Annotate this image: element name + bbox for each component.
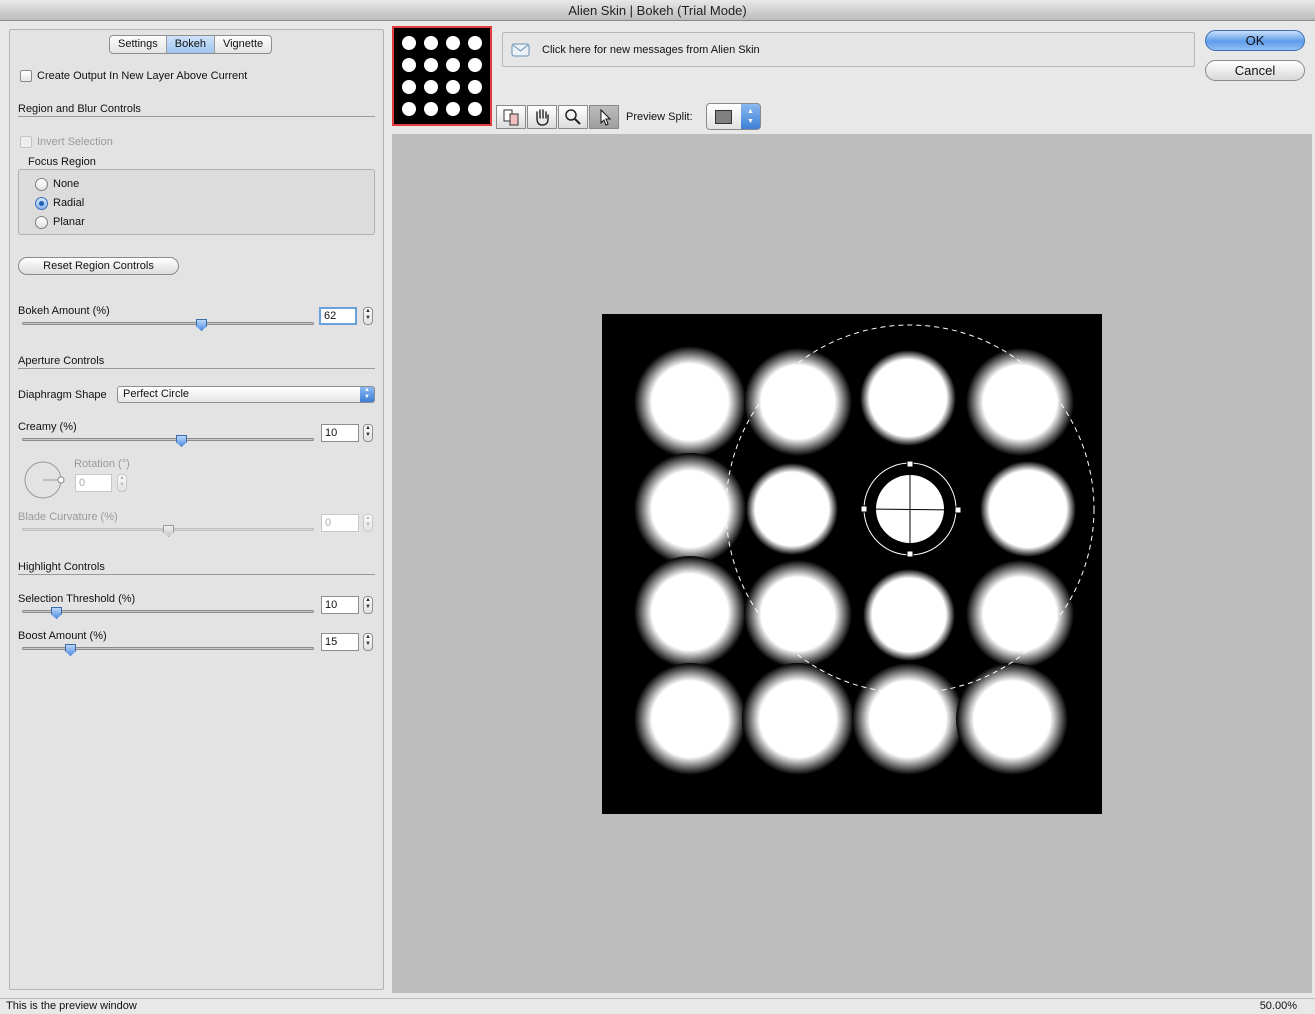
arrow-pointer-icon (600, 108, 612, 126)
resize-handle[interactable] (906, 550, 914, 558)
compare-icon (503, 109, 519, 126)
creamy-label: Creamy (%) (18, 421, 77, 433)
status-text: This is the preview window (6, 1000, 137, 1012)
navigator-dots-image (402, 36, 482, 116)
invert-selection-label: Invert Selection (37, 136, 113, 148)
bokeh-amount-label: Bokeh Amount (%) (18, 305, 110, 317)
bokeh-amount-slider[interactable] (22, 322, 314, 325)
hand-tool-button[interactable] (527, 105, 557, 129)
blade-curvature-field[interactable]: 0 (321, 514, 359, 532)
selection-threshold-slider[interactable] (22, 610, 314, 613)
boost-amount-field[interactable]: 15 (321, 633, 359, 651)
status-bar: This is the preview window 50.00% (0, 998, 1315, 1014)
resize-handle[interactable] (860, 505, 868, 513)
magnifier-icon (565, 109, 581, 125)
tab-bar: Settings Bokeh Vignette (109, 35, 273, 54)
bokeh-amount-thumb[interactable] (196, 319, 207, 331)
messages-bar[interactable]: Click here for new messages from Alien S… (502, 32, 1195, 67)
invert-selection-checkbox[interactable] (20, 136, 32, 148)
highlight-section-title: Highlight Controls (18, 561, 105, 573)
preview-window[interactable] (392, 134, 1312, 993)
create-output-checkbox[interactable] (20, 70, 32, 82)
controls-panel: Settings Bokeh Vignette Create Output In… (9, 29, 384, 990)
bokeh-preview-image (634, 324, 1095, 775)
blade-curvature-label: Blade Curvature (%) (18, 511, 118, 523)
creamy-stepper[interactable]: ▲ ▼ (363, 424, 373, 442)
select-tool-button[interactable] (589, 105, 619, 129)
radio-none-label: None (53, 178, 80, 190)
selection-threshold-field[interactable]: 10 (321, 596, 359, 614)
section-divider (18, 116, 375, 117)
split-none-icon (715, 110, 732, 124)
select-arrows-icon: ▲ ▼ (741, 104, 760, 129)
messages-text: Click here for new messages from Alien S… (542, 44, 760, 56)
focus-region-group: None Radial Planar (18, 169, 375, 235)
rotation-label: Rotation (°) (74, 458, 130, 470)
blade-curvature-stepper[interactable]: ▲ ▼ (363, 514, 373, 532)
section-divider (18, 574, 375, 575)
radio-none[interactable] (35, 178, 48, 191)
compare-before-after-button[interactable] (496, 105, 526, 129)
tab-vignette[interactable]: Vignette (215, 36, 271, 53)
preview-split-select[interactable]: ▲ ▼ (706, 103, 761, 130)
boost-amount-label: Boost Amount (%) (18, 630, 107, 642)
reset-region-button[interactable]: Reset Region Controls (18, 257, 179, 275)
resize-handle[interactable] (954, 506, 962, 514)
navigator-thumbnail[interactable] (392, 26, 492, 126)
preview-canvas[interactable] (602, 314, 1102, 814)
zoom-level: 50.00% (1259, 1000, 1297, 1012)
radio-planar[interactable] (35, 216, 48, 229)
tab-bokeh[interactable]: Bokeh (166, 36, 215, 53)
resize-handle[interactable] (906, 460, 914, 468)
ok-button[interactable]: OK (1205, 30, 1305, 51)
blade-curvature-thumb[interactable] (163, 525, 174, 537)
create-output-label: Create Output In New Layer Above Current (37, 70, 248, 82)
region-section-title: Region and Blur Controls (18, 103, 141, 115)
message-envelope-icon (511, 43, 530, 57)
cancel-button[interactable]: Cancel (1205, 60, 1305, 81)
boost-amount-thumb[interactable] (65, 644, 76, 656)
select-arrows-icon: ▲ ▼ (360, 387, 374, 402)
tab-settings[interactable]: Settings (110, 36, 167, 53)
radio-radial-label: Radial (53, 197, 85, 209)
rotation-dial-icon[interactable] (22, 460, 66, 500)
diaphragm-shape-select[interactable]: Perfect Circle ▲ ▼ (117, 386, 375, 403)
selection-threshold-label: Selection Threshold (%) (18, 593, 136, 605)
boost-amount-stepper[interactable]: ▲ ▼ (363, 633, 373, 651)
rotation-field[interactable]: 0 (75, 474, 112, 492)
focus-region-label: Focus Region (28, 156, 96, 168)
section-divider (18, 368, 375, 369)
creamy-thumb[interactable] (176, 435, 187, 447)
diaphragm-shape-value: Perfect Circle (123, 388, 190, 400)
window-title: Alien Skin | Bokeh (Trial Mode) (0, 0, 1315, 21)
rotation-stepper[interactable]: ▲ ▼ (117, 474, 127, 492)
bokeh-amount-stepper[interactable]: ▲ ▼ (363, 307, 373, 325)
aperture-section-title: Aperture Controls (18, 355, 105, 367)
diaphragm-shape-label: Diaphragm Shape (18, 389, 107, 401)
bokeh-amount-field[interactable]: 62 (319, 307, 357, 325)
selection-threshold-thumb[interactable] (51, 607, 62, 619)
radio-planar-label: Planar (53, 216, 85, 228)
radio-radial[interactable] (35, 197, 48, 210)
zoom-tool-button[interactable] (558, 105, 588, 129)
creamy-field[interactable]: 10 (321, 424, 359, 442)
preview-split-label: Preview Split: (626, 111, 693, 123)
hand-icon (536, 109, 549, 126)
creamy-slider[interactable] (22, 438, 314, 441)
selection-threshold-stepper[interactable]: ▲ ▼ (363, 596, 373, 614)
